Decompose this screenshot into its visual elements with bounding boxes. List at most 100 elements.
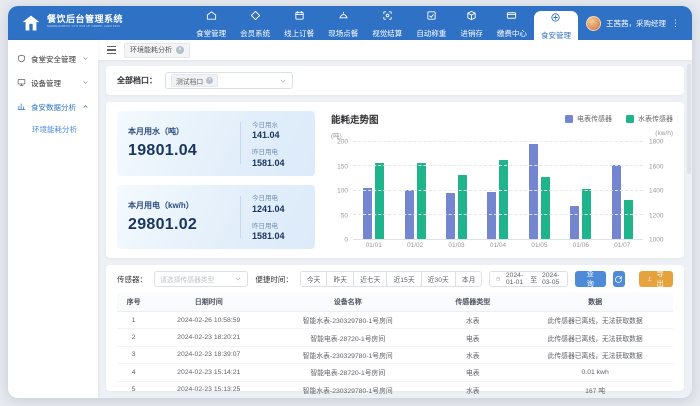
divider	[240, 122, 241, 164]
bar-01/07-水表传感器[interactable]	[624, 200, 633, 239]
date-start: 2024-01-01	[506, 272, 525, 286]
diamond-icon	[250, 8, 261, 26]
bar-group	[353, 142, 394, 239]
quick-time-button[interactable]: 今天	[300, 271, 328, 287]
x-tick-label: 01/01	[353, 242, 394, 249]
bar-01/03-水表传感器[interactable]	[458, 175, 467, 240]
bar-01/05-水表传感器[interactable]	[541, 177, 550, 239]
table-row[interactable]: 42024-02-23 15:14:21智能电表-28720-1号房间电表0.0…	[117, 364, 673, 381]
energy-chart: 能耗走势图 电表传感器水表传感器 (吨) (kw/h) 050100150200	[331, 111, 673, 249]
top-navbar: 餐饮后台管理系统 MANAGEMENT SYSTEM OF SMART CANT…	[8, 6, 692, 40]
content-scroll[interactable]: 全部档口： 测试档口 × 本月用水（吨）19801.04今日用水141.04昨日…	[98, 60, 692, 398]
user-box[interactable]: 王茜茜，采购经理 ⋮	[578, 6, 692, 40]
bar-01/02-水表传感器[interactable]	[417, 163, 426, 239]
table-cell: 4	[117, 364, 150, 381]
home-icon	[206, 8, 217, 26]
sidebar-item[interactable]: 食安数据分析	[8, 95, 98, 119]
axis-tick-label: 1600	[649, 163, 663, 170]
table-row[interactable]: 12024-02-26 10:58:59智能水表-230329780-1号房间水…	[117, 312, 673, 329]
quick-time-button[interactable]: 昨天	[326, 271, 354, 287]
topnav-item-pay[interactable]: 缴费中心	[490, 6, 534, 40]
table-header-cell: 设备名称	[267, 293, 428, 312]
bar-01/04-水表传感器[interactable]	[499, 160, 508, 239]
sidebar-subitem[interactable]: 环境能耗分析	[8, 119, 98, 139]
topnav-item-safety[interactable]: 食安管理	[534, 11, 578, 40]
topnav-item-scale[interactable]: 自动称重	[409, 6, 453, 40]
legend-label: 水表传感器	[638, 114, 673, 124]
sidebar-item[interactable]: 食堂安全管理	[8, 47, 98, 71]
quick-time-label: 便捷时间：	[255, 274, 293, 285]
inventory-icon	[466, 8, 477, 26]
left-axis-ticks: 050100150200	[331, 142, 353, 240]
topnav-item-calendar[interactable]: 线上订餐	[277, 6, 321, 40]
x-tick-label: 01/02	[394, 242, 435, 249]
search-button[interactable]: 查 询	[575, 271, 606, 287]
topnav-item-cloche[interactable]: 现场点餐	[321, 6, 365, 40]
table-row[interactable]: 32024-02-23 18:39:07智能水表-230329780-1号房间水…	[117, 346, 673, 363]
safety-icon	[550, 10, 561, 28]
stall-tag: 测试档口 ×	[171, 74, 218, 87]
quick-time-button[interactable]: 近七天	[353, 271, 387, 287]
stat-value: 29801.02	[128, 216, 197, 234]
shield-icon	[17, 54, 26, 65]
quick-time-button[interactable]: 本月	[455, 271, 483, 287]
bar-group	[602, 142, 643, 239]
stat-side-label: 今日用电	[252, 192, 304, 202]
gridline	[353, 190, 643, 191]
app-title: 餐饮后台管理系统	[47, 15, 179, 25]
tab-environment-energy[interactable]: 环境能耗分析 ×	[124, 43, 190, 58]
bar-01/06-电表传感器[interactable]	[570, 206, 579, 239]
topnav-item-scan[interactable]: 视觉结算	[365, 6, 409, 40]
gridline	[353, 165, 643, 166]
stall-select[interactable]: 测试档口 ×	[165, 72, 293, 89]
chevron-down-icon	[82, 55, 89, 64]
export-button[interactable]: 导出	[639, 271, 673, 287]
quick-time-button[interactable]: 近15天	[386, 271, 421, 287]
table-header-cell: 数据	[517, 293, 673, 312]
table-body: 12024-02-26 10:58:59智能水表-230329780-1号房间水…	[117, 312, 673, 399]
bar-01/03-电表传感器[interactable]	[446, 193, 455, 239]
sensor-data-table: 序号日期时间设备名称传感器类型数据 12024-02-26 10:58:59智能…	[117, 293, 673, 398]
chevron-down-icon	[234, 270, 242, 288]
table-cell: 2024-02-23 15:13:25	[150, 381, 267, 398]
sidebar-item[interactable]: 设备管理	[8, 71, 98, 95]
chart-icon	[17, 102, 26, 113]
axis-tick-label: 200	[337, 139, 348, 146]
x-tick-label: 01/05	[519, 242, 560, 249]
table-row[interactable]: 22024-02-23 18:20:21智能电表-28720-1号房间电表此传感…	[117, 329, 673, 346]
bar-01/01-水表传感器[interactable]	[375, 163, 384, 239]
topnav-item-diamond[interactable]: 会员系统	[233, 6, 277, 40]
table-cell: 1	[117, 312, 150, 329]
table-cell: 2024-02-23 15:14:21	[150, 364, 267, 381]
scrollbar-thumb[interactable]	[687, 64, 691, 174]
stall-tag-close-icon[interactable]: ×	[206, 77, 213, 84]
bar-01/05-电表传感器[interactable]	[529, 144, 538, 239]
stat-side-value: 1581.04	[252, 231, 304, 241]
collapse-menu-icon[interactable]	[107, 46, 116, 54]
table-row[interactable]: 52024-02-23 15:13:25智能水表-230329780-1号房间水…	[117, 381, 673, 398]
quick-time-button[interactable]: 近30天	[421, 271, 456, 287]
date-range-picker[interactable]: 2024-01-01 至 2024-03-05	[489, 271, 568, 287]
tab-close-icon[interactable]: ×	[176, 46, 184, 54]
topnav-item-inventory[interactable]: 进销存	[453, 6, 490, 40]
export-icon	[647, 275, 652, 283]
refresh-button[interactable]	[613, 271, 625, 287]
sensor-filter-label: 传感器：	[117, 274, 147, 285]
chevron-down-icon	[279, 72, 287, 90]
table-cell: 智能电表-28720-1号房间	[267, 329, 428, 346]
legend-item[interactable]: 水表传感器	[626, 114, 673, 124]
legend-item[interactable]: 电表传感器	[565, 114, 612, 124]
stat-side-value: 141.04	[252, 130, 304, 140]
axis-tick-label: 1200	[649, 212, 663, 219]
topnav-item-home[interactable]: 食堂管理	[189, 6, 233, 40]
bar-01/04-电表传感器[interactable]	[487, 192, 496, 239]
bar-01/07-电表传感器[interactable]	[612, 165, 621, 239]
axis-tick-label: 100	[337, 188, 348, 195]
user-menu-dots-icon[interactable]: ⋮	[671, 18, 680, 29]
x-tick-label: 01/06	[560, 242, 601, 249]
top-nav-items: 食堂管理会员系统线上订餐现场点餐视觉结算自动称重进销存缴费中心食安管理	[189, 6, 578, 40]
table-cell: 0.01 kwh	[517, 364, 673, 381]
stat-title: 本月用电（kw/h）	[128, 200, 197, 211]
avatar[interactable]	[586, 16, 601, 31]
sensor-type-select[interactable]: 请选择传感器类型	[154, 271, 248, 287]
